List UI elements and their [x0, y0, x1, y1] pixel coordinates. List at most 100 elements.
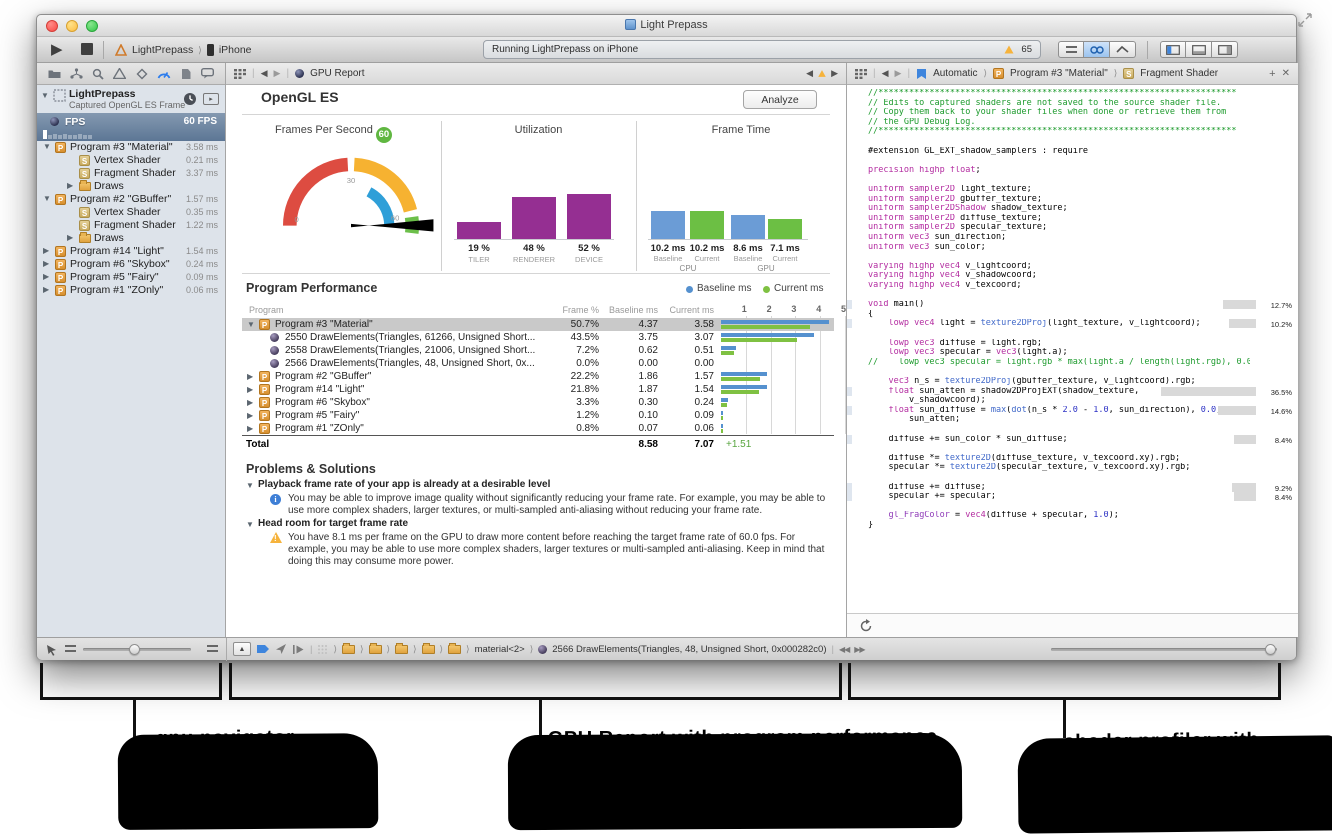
- run-button[interactable]: ▶: [51, 37, 63, 63]
- continue-capture-button[interactable]: ▸: [203, 93, 219, 105]
- tree-row[interactable]: ▶PProgram #1 "ZOnly"0.06 ms: [37, 284, 225, 297]
- breadcrumb-draw-call[interactable]: 2566 DrawElements(Triangles, 48, Unsigne…: [552, 644, 826, 655]
- debug-area-toggle-button[interactable]: [1186, 41, 1212, 58]
- disclosure-triangle[interactable]: ▶: [247, 398, 253, 407]
- navigator-toggle-button[interactable]: [1160, 41, 1186, 58]
- code-line[interactable]: diffuse *= texture2D(diffuse_texture, v_…: [868, 454, 1250, 464]
- disclosure-triangle[interactable]: ▼: [41, 91, 49, 100]
- shader-source-code[interactable]: //**************************************…: [847, 85, 1298, 613]
- code-line[interactable]: [868, 473, 1250, 483]
- next-issue-button[interactable]: ▶: [831, 68, 838, 79]
- code-line[interactable]: diffuse += diffuse;: [868, 483, 1250, 493]
- search-navigator-icon[interactable]: [92, 68, 104, 80]
- code-line[interactable]: lowp vec3 diffuse = light.rgb;: [868, 339, 1250, 349]
- code-line[interactable]: precision highp float;: [868, 166, 1250, 176]
- code-line[interactable]: [868, 444, 1250, 454]
- code-line[interactable]: varying highp vec4 v_shadowcoord;: [868, 271, 1250, 281]
- related-items-icon[interactable]: [234, 69, 246, 79]
- forward-button[interactable]: ▶: [274, 68, 281, 79]
- tree-row[interactable]: ▼PProgram #2 "GBuffer"1.57 ms: [37, 193, 225, 206]
- fullscreen-icon[interactable]: [1298, 13, 1312, 27]
- code-line[interactable]: diffuse += sun_color * sun_diffuse;: [868, 435, 1250, 445]
- location-icon[interactable]: [275, 643, 287, 655]
- tree-row[interactable]: ▶Draws: [37, 180, 225, 193]
- back-button[interactable]: ◀: [261, 68, 268, 79]
- tree-row[interactable]: ▶PProgram #6 "Skybox"0.24 ms: [37, 258, 225, 271]
- code-line[interactable]: uniform sampler2D gbuffer_texture;: [868, 195, 1250, 205]
- code-line[interactable]: [868, 252, 1250, 262]
- log-navigator-icon[interactable]: [201, 68, 214, 79]
- test-navigator-icon[interactable]: [136, 68, 148, 80]
- capture-time-icon[interactable]: [183, 92, 197, 106]
- issue-navigator-icon[interactable]: [113, 68, 126, 79]
- related-items-icon[interactable]: [855, 69, 867, 79]
- warning-count[interactable]: 65: [1021, 44, 1032, 55]
- frame-grid-icon[interactable]: [317, 644, 328, 655]
- tree-row[interactable]: SVertex Shader0.21 ms: [37, 154, 225, 167]
- breadcrumb-folder-icon[interactable]: [448, 645, 461, 654]
- table-row[interactable]: ▶PProgram #6 "Skybox"3.3%0.300.24: [242, 396, 834, 409]
- disclosure-triangle[interactable]: ▶: [43, 246, 49, 255]
- step-icon[interactable]: [292, 644, 305, 655]
- warning-icon[interactable]: [1004, 45, 1014, 57]
- column-header-program[interactable]: Program: [249, 305, 284, 315]
- disclosure-triangle[interactable]: ▶: [247, 424, 253, 433]
- code-line[interactable]: // the GPU Debug Log.: [868, 118, 1250, 128]
- frame-scrubber-knob[interactable]: [1265, 644, 1276, 655]
- detail-slider-knob[interactable]: [129, 644, 140, 655]
- breadcrumb-folder-icon[interactable]: [422, 645, 435, 654]
- code-line[interactable]: uniform sampler2DShadow shadow_texture;: [868, 204, 1250, 214]
- next-draw-call-button[interactable]: ▶▶: [854, 645, 864, 654]
- tree-row[interactable]: ▶PProgram #14 "Light"1.54 ms: [37, 245, 225, 258]
- code-line[interactable]: //**************************************…: [868, 89, 1250, 99]
- previous-draw-call-button[interactable]: ◀◀: [839, 645, 849, 654]
- close-assistant-button[interactable]: ✕: [1282, 68, 1290, 80]
- back-button[interactable]: ◀: [882, 68, 889, 79]
- jump-program[interactable]: Program #3 "Material": [1010, 68, 1108, 79]
- column-header-baseline[interactable]: Baseline ms: [598, 305, 658, 315]
- code-line[interactable]: uniform vec3 sun_direction;: [868, 233, 1250, 243]
- tree-row[interactable]: SFragment Shader1.22 ms: [37, 219, 225, 232]
- code-line[interactable]: uniform sampler2D specular_texture;: [868, 223, 1250, 233]
- disclosure-triangle[interactable]: ▼: [43, 142, 51, 151]
- code-line[interactable]: void main(): [868, 300, 1250, 310]
- stop-button[interactable]: [81, 43, 93, 55]
- code-line[interactable]: specular *= texture2D(specular_texture, …: [868, 463, 1250, 473]
- symbol-navigator-icon[interactable]: [70, 68, 83, 79]
- refresh-icon[interactable]: [859, 619, 873, 633]
- list-view-icon[interactable]: [207, 645, 218, 652]
- breadcrumb-folder-icon[interactable]: [369, 645, 382, 654]
- code-line[interactable]: [868, 329, 1250, 339]
- tree-row[interactable]: ▼PProgram #3 "Material"3.58 ms: [37, 141, 225, 154]
- disclosure-triangle[interactable]: ▶: [67, 181, 73, 190]
- version-editor-button[interactable]: [1110, 41, 1136, 58]
- jump-bar-title[interactable]: GPU Report: [310, 68, 364, 79]
- disclosure-triangle[interactable]: ▶: [67, 233, 73, 242]
- code-line[interactable]: // Edits to captured shaders are not sav…: [868, 99, 1250, 109]
- forward-button[interactable]: ▶: [895, 68, 902, 79]
- disclosure-triangle[interactable]: ▼: [247, 320, 255, 329]
- table-row[interactable]: 2566 DrawElements(Triangles, 48, Unsigne…: [242, 357, 834, 370]
- code-line[interactable]: specular += specular;: [868, 492, 1250, 502]
- table-row[interactable]: ▼PProgram #3 "Material"50.7%4.373.58: [242, 318, 834, 331]
- breadcrumb-material[interactable]: material<2>: [475, 644, 525, 655]
- standard-editor-button[interactable]: [1058, 41, 1084, 58]
- table-row[interactable]: 2550 DrawElements(Triangles, 61266, Unsi…: [242, 331, 834, 344]
- code-line[interactable]: lowp vec4 light = texture2DProj(light_te…: [868, 319, 1250, 329]
- code-line[interactable]: //**************************************…: [868, 127, 1250, 137]
- code-line[interactable]: float sun_diffuse = max(dot(n_s * 2.0 - …: [868, 406, 1250, 416]
- tree-row[interactable]: SVertex Shader0.35 ms: [37, 206, 225, 219]
- code-line[interactable]: varying highp vec4 v_lightcoord;: [868, 262, 1250, 272]
- code-line[interactable]: lowp vec3 specular = vec3(light.a);: [868, 348, 1250, 358]
- disclosure-triangle[interactable]: ▼: [43, 194, 51, 203]
- code-line[interactable]: [868, 367, 1250, 377]
- code-line[interactable]: uniform sampler2D diffuse_texture;: [868, 214, 1250, 224]
- hide-debug-area-button[interactable]: ▲: [233, 642, 251, 656]
- disclosure-triangle[interactable]: ▼: [246, 481, 254, 490]
- code-line[interactable]: gl_FragColor = vec4(diffuse + specular, …: [868, 511, 1250, 521]
- code-line[interactable]: varying highp vec4 v_texcoord;: [868, 281, 1250, 291]
- inspector-toggle-button[interactable]: [1212, 41, 1238, 58]
- code-line[interactable]: // lowp vec3 specular = light.rgb * max(…: [868, 358, 1250, 368]
- frame-scrubber-track[interactable]: [1051, 648, 1277, 651]
- breakpoints-toggle-icon[interactable]: [256, 643, 270, 655]
